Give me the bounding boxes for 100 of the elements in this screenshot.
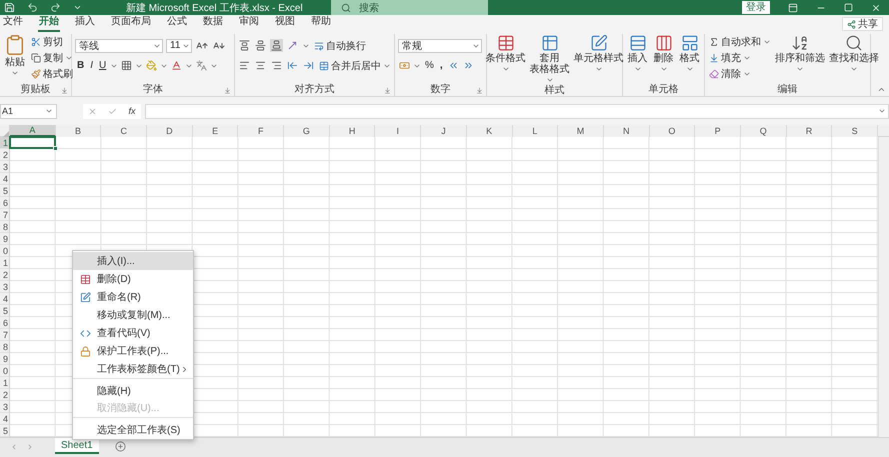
row-header[interactable]: 6 [0, 317, 9, 329]
ribbon-display-icon[interactable] [788, 2, 798, 12]
editing-button[interactable]: 排序和筛选 [774, 34, 826, 73]
search-field[interactable]: 搜索 [331, 0, 488, 15]
column-header[interactable]: M [558, 125, 604, 137]
next-sheet-icon[interactable] [26, 443, 34, 451]
column-header[interactable]: R [786, 125, 832, 137]
column-header[interactable]: G [284, 125, 330, 137]
font-name-field[interactable]: 等线 [75, 38, 163, 52]
styles-button[interactable]: 单元格样式 [572, 34, 624, 73]
row-header[interactable]: 0 [0, 245, 9, 257]
middle-align-button[interactable] [254, 39, 267, 52]
menu-item[interactable]: 隐藏(H) [73, 378, 193, 399]
column-header[interactable]: Q [740, 125, 787, 137]
column-header[interactable]: E [192, 125, 238, 137]
maximize-icon[interactable] [844, 3, 853, 12]
column-header[interactable]: F [238, 125, 284, 137]
ribbon-tab[interactable]: 数据 [202, 16, 224, 32]
column-header[interactable]: P [695, 125, 741, 137]
menu-item[interactable]: 移动或复制(M)... [73, 306, 193, 324]
column-header[interactable]: B [56, 125, 102, 137]
sheet-tab[interactable]: Sheet1 [55, 438, 99, 454]
ribbon-tab[interactable]: 文件 [2, 16, 24, 32]
row-header[interactable]: 6 [0, 197, 9, 209]
menu-item[interactable]: 插入(I)... [73, 252, 193, 270]
menu-item[interactable]: 重命名(R) [73, 288, 193, 306]
cells-button[interactable]: 格式 [678, 34, 700, 73]
row-header[interactable]: 1 [0, 377, 9, 389]
cells-button[interactable]: 插入 [626, 34, 648, 73]
ribbon-tab[interactable]: 视图 [274, 16, 296, 32]
ribbon-tab[interactable]: 页面布局 [110, 16, 152, 32]
previous-sheet-icon[interactable] [10, 443, 18, 451]
column-header[interactable]: O [650, 125, 696, 137]
column-header[interactable]: L [512, 125, 558, 137]
wrap-text-button[interactable]: 自动换行 [313, 38, 367, 53]
number-format-field[interactable]: 常规 [398, 38, 482, 52]
font-color-button[interactable] [170, 59, 184, 72]
menu-item[interactable]: 查看代码(V) [73, 324, 193, 342]
font-style-button[interactable]: B [75, 60, 86, 72]
undo-icon[interactable] [27, 2, 38, 13]
row-header[interactable]: 0 [0, 365, 9, 377]
row-header[interactable]: 4 [0, 173, 9, 185]
top-align-button[interactable] [238, 39, 251, 52]
column-header[interactable]: A [10, 125, 56, 137]
menu-item[interactable]: 删除(D) [73, 270, 193, 288]
editing-button[interactable]: 填充 [708, 50, 772, 65]
row-header[interactable]: 9 [0, 233, 9, 245]
row-header[interactable]: 8 [0, 341, 9, 353]
collapse-ribbon-icon[interactable] [877, 85, 886, 94]
align-right-button[interactable] [270, 59, 283, 72]
row-header[interactable]: 3 [0, 161, 9, 173]
editing-button[interactable]: 清除 [708, 66, 772, 81]
menu-item[interactable]: 选定全部工作表(S) [73, 417, 193, 438]
editing-button[interactable]: 查找和选择 [828, 34, 880, 73]
menu-item[interactable]: 保护工作表(P)... [73, 342, 193, 360]
formula-input[interactable] [145, 104, 889, 118]
cells-button[interactable]: 删除 [652, 34, 674, 73]
menu-item[interactable]: 工作表标签颜色(T) [73, 360, 193, 378]
clipboard-button[interactable]: 格式刷 [30, 66, 74, 81]
borders-button[interactable] [120, 59, 134, 72]
row-header[interactable]: 2 [0, 389, 9, 401]
row-header[interactable]: 4 [0, 413, 9, 425]
insert-function-button[interactable]: fx [128, 106, 136, 116]
dialog-launcher-icon[interactable] [224, 87, 231, 94]
row-header[interactable]: 4 [0, 293, 9, 305]
active-cell[interactable] [9, 136, 56, 149]
increase-indent-button[interactable] [302, 59, 315, 72]
row-header[interactable]: 3 [0, 401, 9, 413]
row-header[interactable]: 1 [0, 257, 9, 269]
row-header[interactable]: 8 [0, 221, 9, 233]
styles-button[interactable]: 条件格式 [484, 34, 526, 73]
redo-icon[interactable] [50, 2, 61, 13]
row-header[interactable]: 5 [0, 305, 9, 317]
fill-color-button[interactable] [145, 59, 158, 72]
clipboard-button[interactable]: 剪切 [30, 34, 74, 49]
row-header[interactable]: 1 [0, 137, 9, 149]
close-icon[interactable] [871, 2, 881, 12]
row-header[interactable]: 9 [0, 353, 9, 365]
share-button[interactable]: 共享 [842, 17, 883, 31]
column-header[interactable]: H [330, 125, 376, 137]
row-header[interactable]: 7 [0, 329, 9, 341]
editing-button[interactable]: 自动求和 [708, 34, 772, 49]
name-box[interactable]: A1 [0, 104, 57, 118]
font-size-field[interactable]: 11 [166, 38, 192, 52]
column-header[interactable]: K [466, 125, 513, 137]
percent-button[interactable]: % [423, 60, 436, 72]
vertical-scrollbar[interactable] [878, 137, 889, 437]
row-header[interactable]: 7 [0, 209, 9, 221]
bottom-align-button[interactable] [270, 39, 283, 52]
row-header[interactable]: 2 [0, 149, 9, 161]
column-header[interactable]: C [101, 125, 148, 137]
sign-in-button[interactable]: 登录 [742, 1, 770, 14]
dialog-launcher-icon[interactable] [476, 87, 483, 94]
align-center-button[interactable] [254, 59, 267, 72]
dialog-launcher-icon[interactable] [61, 87, 68, 94]
row-header[interactable]: 2 [0, 269, 9, 281]
phonetic-button[interactable] [195, 59, 208, 72]
comma-button[interactable]: , [438, 60, 445, 72]
ribbon-tab[interactable]: 帮助 [310, 16, 332, 32]
row-header[interactable]: 3 [0, 281, 9, 293]
